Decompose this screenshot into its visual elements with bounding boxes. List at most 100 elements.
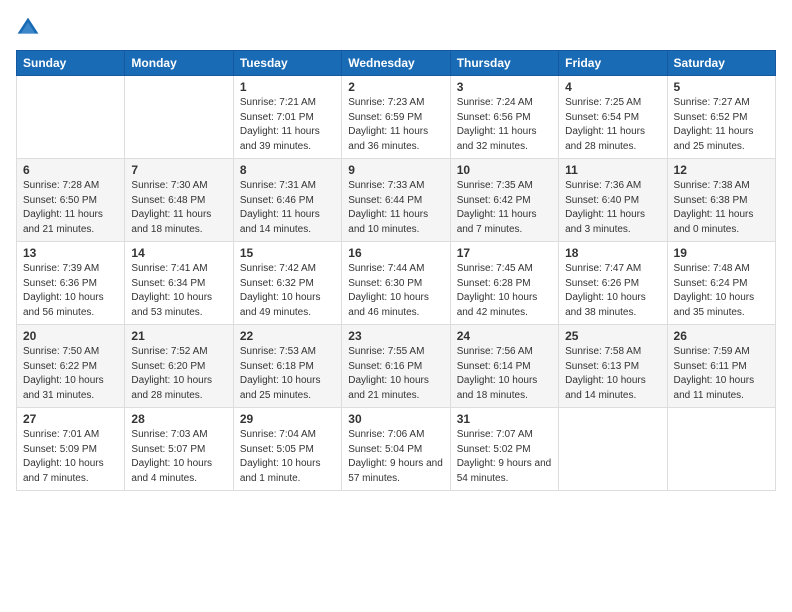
day-info: Sunrise: 7:06 AM Sunset: 5:04 PM Dayligh… xyxy=(348,428,443,486)
day-cell xyxy=(17,76,125,159)
day-info: Sunrise: 7:35 AM Sunset: 6:42 PM Dayligh… xyxy=(457,179,552,237)
weekday-header-sunday: Sunday xyxy=(17,51,125,76)
day-info: Sunrise: 7:48 AM Sunset: 6:24 PM Dayligh… xyxy=(674,262,769,320)
day-cell: 17 Sunrise: 7:45 AM Sunset: 6:28 PM Dayli… xyxy=(450,242,558,325)
day-number: 28 xyxy=(131,412,226,426)
day-info: Sunrise: 7:30 AM Sunset: 6:48 PM Dayligh… xyxy=(131,179,226,237)
day-info: Sunrise: 7:45 AM Sunset: 6:28 PM Dayligh… xyxy=(457,262,552,320)
day-number: 23 xyxy=(348,329,443,343)
day-info: Sunrise: 7:21 AM Sunset: 7:01 PM Dayligh… xyxy=(240,96,335,154)
day-info: Sunrise: 7:23 AM Sunset: 6:59 PM Dayligh… xyxy=(348,96,443,154)
day-number: 22 xyxy=(240,329,335,343)
weekday-header-saturday: Saturday xyxy=(667,51,775,76)
day-info: Sunrise: 7:44 AM Sunset: 6:30 PM Dayligh… xyxy=(348,262,443,320)
day-number: 2 xyxy=(348,80,443,94)
day-cell: 22 Sunrise: 7:53 AM Sunset: 6:18 PM Dayli… xyxy=(233,325,341,408)
day-info: Sunrise: 7:36 AM Sunset: 6:40 PM Dayligh… xyxy=(565,179,660,237)
day-cell: 7Sunrise: 7:30 AM Sunset: 6:48 PM Daylig… xyxy=(125,159,233,242)
day-cell: 1 Sunrise: 7:21 AM Sunset: 7:01 PM Daylig… xyxy=(233,76,341,159)
day-info: Sunrise: 7:31 AM Sunset: 6:46 PM Dayligh… xyxy=(240,179,335,237)
weekday-header-thursday: Thursday xyxy=(450,51,558,76)
day-info: Sunrise: 7:24 AM Sunset: 6:56 PM Dayligh… xyxy=(457,96,552,154)
weekday-header-row: SundayMondayTuesdayWednesdayThursdayFrid… xyxy=(17,51,776,76)
day-cell: 10 Sunrise: 7:35 AM Sunset: 6:42 PM Dayli… xyxy=(450,159,558,242)
day-number: 8 xyxy=(240,163,335,177)
day-cell: 25 Sunrise: 7:58 AM Sunset: 6:13 PM Dayli… xyxy=(559,325,667,408)
weekday-header-monday: Monday xyxy=(125,51,233,76)
day-number: 12 xyxy=(674,163,769,177)
week-row-5: 27 Sunrise: 7:01 AM Sunset: 5:09 PM Dayli… xyxy=(17,408,776,491)
day-info: Sunrise: 7:27 AM Sunset: 6:52 PM Dayligh… xyxy=(674,96,769,154)
day-cell xyxy=(559,408,667,491)
day-cell: 4Sunrise: 7:25 AM Sunset: 6:54 PM Daylig… xyxy=(559,76,667,159)
day-info: Sunrise: 7:38 AM Sunset: 6:38 PM Dayligh… xyxy=(674,179,769,237)
day-cell: 21 Sunrise: 7:52 AM Sunset: 6:20 PM Dayli… xyxy=(125,325,233,408)
day-number: 29 xyxy=(240,412,335,426)
day-number: 1 xyxy=(240,80,335,94)
day-info: Sunrise: 7:41 AM Sunset: 6:34 PM Dayligh… xyxy=(131,262,226,320)
day-info: Sunrise: 7:58 AM Sunset: 6:13 PM Dayligh… xyxy=(565,345,660,403)
day-number: 17 xyxy=(457,246,552,260)
day-info: Sunrise: 7:03 AM Sunset: 5:07 PM Dayligh… xyxy=(131,428,226,486)
day-cell: 30 Sunrise: 7:06 AM Sunset: 5:04 PM Dayli… xyxy=(342,408,450,491)
day-info: Sunrise: 7:07 AM Sunset: 5:02 PM Dayligh… xyxy=(457,428,552,486)
day-number: 11 xyxy=(565,163,660,177)
day-cell xyxy=(125,76,233,159)
day-info: Sunrise: 7:53 AM Sunset: 6:18 PM Dayligh… xyxy=(240,345,335,403)
day-number: 27 xyxy=(23,412,118,426)
weekday-header-friday: Friday xyxy=(559,51,667,76)
day-number: 31 xyxy=(457,412,552,426)
day-cell: 19 Sunrise: 7:48 AM Sunset: 6:24 PM Dayli… xyxy=(667,242,775,325)
day-cell: 29 Sunrise: 7:04 AM Sunset: 5:05 PM Dayli… xyxy=(233,408,341,491)
day-number: 20 xyxy=(23,329,118,343)
day-number: 18 xyxy=(565,246,660,260)
day-info: Sunrise: 7:42 AM Sunset: 6:32 PM Dayligh… xyxy=(240,262,335,320)
day-cell: 5 Sunrise: 7:27 AM Sunset: 6:52 PM Daylig… xyxy=(667,76,775,159)
day-cell: 13Sunrise: 7:39 AM Sunset: 6:36 PM Dayli… xyxy=(17,242,125,325)
day-cell: 2 Sunrise: 7:23 AM Sunset: 6:59 PM Daylig… xyxy=(342,76,450,159)
day-number: 9 xyxy=(348,163,443,177)
day-cell: 18 Sunrise: 7:47 AM Sunset: 6:26 PM Dayli… xyxy=(559,242,667,325)
day-number: 26 xyxy=(674,329,769,343)
day-number: 21 xyxy=(131,329,226,343)
day-info: Sunrise: 7:52 AM Sunset: 6:20 PM Dayligh… xyxy=(131,345,226,403)
weekday-header-tuesday: Tuesday xyxy=(233,51,341,76)
day-number: 19 xyxy=(674,246,769,260)
day-info: Sunrise: 7:04 AM Sunset: 5:05 PM Dayligh… xyxy=(240,428,335,486)
week-row-4: 20Sunrise: 7:50 AM Sunset: 6:22 PM Dayli… xyxy=(17,325,776,408)
day-cell: 6 Sunrise: 7:28 AM Sunset: 6:50 PM Daylig… xyxy=(17,159,125,242)
logo-icon xyxy=(16,16,40,40)
day-cell: 3 Sunrise: 7:24 AM Sunset: 6:56 PM Daylig… xyxy=(450,76,558,159)
day-cell: 14Sunrise: 7:41 AM Sunset: 6:34 PM Dayli… xyxy=(125,242,233,325)
day-cell: 8 Sunrise: 7:31 AM Sunset: 6:46 PM Daylig… xyxy=(233,159,341,242)
day-cell: 15Sunrise: 7:42 AM Sunset: 6:32 PM Dayli… xyxy=(233,242,341,325)
page-header xyxy=(16,16,776,40)
logo xyxy=(16,16,44,40)
day-number: 24 xyxy=(457,329,552,343)
day-number: 3 xyxy=(457,80,552,94)
day-cell: 11 Sunrise: 7:36 AM Sunset: 6:40 PM Dayli… xyxy=(559,159,667,242)
day-cell: 27 Sunrise: 7:01 AM Sunset: 5:09 PM Dayli… xyxy=(17,408,125,491)
day-cell: 16Sunrise: 7:44 AM Sunset: 6:30 PM Dayli… xyxy=(342,242,450,325)
day-info: Sunrise: 7:28 AM Sunset: 6:50 PM Dayligh… xyxy=(23,179,118,237)
day-info: Sunrise: 7:59 AM Sunset: 6:11 PM Dayligh… xyxy=(674,345,769,403)
day-cell: 31 Sunrise: 7:07 AM Sunset: 5:02 PM Dayli… xyxy=(450,408,558,491)
day-cell: 23Sunrise: 7:55 AM Sunset: 6:16 PM Dayli… xyxy=(342,325,450,408)
weekday-header-wednesday: Wednesday xyxy=(342,51,450,76)
calendar-table: SundayMondayTuesdayWednesdayThursdayFrid… xyxy=(16,50,776,491)
day-number: 6 xyxy=(23,163,118,177)
day-number: 25 xyxy=(565,329,660,343)
day-cell: 20Sunrise: 7:50 AM Sunset: 6:22 PM Dayli… xyxy=(17,325,125,408)
day-info: Sunrise: 7:47 AM Sunset: 6:26 PM Dayligh… xyxy=(565,262,660,320)
day-cell: 28 Sunrise: 7:03 AM Sunset: 5:07 PM Dayli… xyxy=(125,408,233,491)
day-cell: 12 Sunrise: 7:38 AM Sunset: 6:38 PM Dayli… xyxy=(667,159,775,242)
day-cell: 24Sunrise: 7:56 AM Sunset: 6:14 PM Dayli… xyxy=(450,325,558,408)
day-cell: 26 Sunrise: 7:59 AM Sunset: 6:11 PM Dayli… xyxy=(667,325,775,408)
day-number: 10 xyxy=(457,163,552,177)
day-info: Sunrise: 7:25 AM Sunset: 6:54 PM Dayligh… xyxy=(565,96,660,154)
week-row-1: 1 Sunrise: 7:21 AM Sunset: 7:01 PM Daylig… xyxy=(17,76,776,159)
day-number: 5 xyxy=(674,80,769,94)
day-number: 30 xyxy=(348,412,443,426)
day-info: Sunrise: 7:01 AM Sunset: 5:09 PM Dayligh… xyxy=(23,428,118,486)
day-cell xyxy=(667,408,775,491)
